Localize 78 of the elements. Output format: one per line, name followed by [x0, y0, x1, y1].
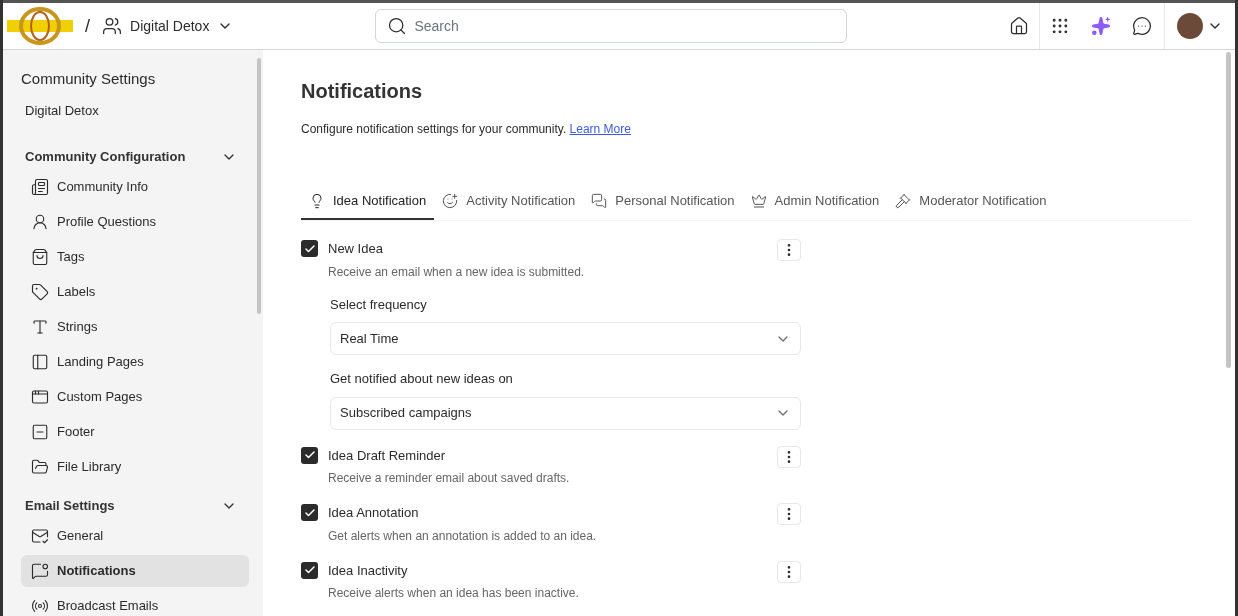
list-icon	[31, 178, 49, 196]
sidebar-item[interactable]: Labels	[21, 276, 249, 308]
more-options-button[interactable]	[777, 239, 801, 261]
sidebar-item[interactable]: Strings	[21, 311, 249, 343]
gavel-icon	[895, 193, 912, 209]
logo[interactable]	[7, 6, 73, 46]
sidebar-item[interactable]: Notifications	[21, 555, 249, 587]
bag-icon	[31, 248, 49, 266]
folder-icon	[31, 458, 49, 476]
search-icon	[387, 16, 408, 36]
scrollbar[interactable]	[257, 58, 261, 314]
page-title: Notifications	[301, 79, 424, 104]
setting-description: Get alerts when an annotation is added to an idea.	[328, 527, 598, 545]
checkbox[interactable]	[301, 240, 318, 257]
learn-more-link[interactable]: Learn More	[569, 122, 631, 136]
lightbulb-icon	[309, 193, 325, 209]
sidebar-item[interactable]: Landing Pages	[21, 346, 249, 378]
community-name: Digital Detox	[25, 101, 100, 120]
setting-description: Receive alerts when an idea has been inactive.	[328, 585, 580, 602]
breadcrumb-separator: /	[85, 15, 90, 38]
sidebar-title: Community Settings	[21, 69, 157, 89]
avatar[interactable]	[1177, 13, 1203, 39]
sidebar-item[interactable]: Broadcast Emails	[21, 590, 249, 616]
check-icon	[303, 449, 316, 461]
chat-icon[interactable]	[1132, 16, 1152, 36]
smile-icon	[442, 193, 459, 209]
tab[interactable]: Admin Notification	[742, 184, 888, 220]
sparkle-icon[interactable]	[1091, 16, 1111, 36]
users-icon	[102, 16, 122, 36]
section-header[interactable]: Community Configuration	[21, 146, 249, 168]
check-icon	[303, 564, 316, 576]
select-field[interactable]: Subscribed campaigns	[330, 396, 801, 430]
footer-icon	[31, 423, 49, 441]
crown-icon	[750, 193, 767, 209]
sidebar-item[interactable]: Profile Questions	[21, 206, 249, 238]
field-label: Get notified about new ideas on	[330, 370, 514, 388]
sidebar-item[interactable]: General	[21, 520, 249, 552]
apps-grid-icon[interactable]	[1050, 16, 1070, 36]
tab[interactable]: Activity Notification	[434, 184, 584, 220]
tab[interactable]: Moderator Notification	[887, 184, 1055, 220]
setting-description: Receive an email when a new idea is submitted.	[328, 263, 586, 281]
field-label: Select frequency	[330, 295, 428, 314]
page-description: Configure notification settings for your community. Learn More	[301, 121, 632, 138]
scrollbar[interactable]	[1226, 52, 1231, 368]
setting-title: Idea Draft Reminder	[328, 446, 447, 465]
chat-icon	[591, 193, 608, 209]
checkbox[interactable]	[301, 446, 318, 464]
mail-icon	[31, 527, 49, 545]
message-icon	[31, 562, 49, 580]
user-icon	[31, 213, 49, 231]
setting-title: Idea Annotation	[328, 504, 420, 522]
setting-title: Idea Inactivity	[328, 561, 409, 580]
tab[interactable]: Idea Notification	[301, 184, 435, 220]
sidebar-item[interactable]: Footer	[21, 416, 249, 448]
checkbox[interactable]	[301, 504, 318, 521]
tab[interactable]: Personal Notification	[583, 184, 743, 220]
community-dropdown[interactable]: Digital Detox	[102, 16, 234, 36]
setting-title: New Idea	[328, 240, 384, 258]
panel-icon	[31, 353, 49, 371]
more-options-button[interactable]	[777, 560, 801, 583]
broadcast-icon	[31, 597, 49, 615]
sidebar-item[interactable]: Custom Pages	[21, 381, 249, 413]
checkbox[interactable]	[301, 561, 318, 579]
setting-description: Receive a reminder email about saved drafts.	[328, 470, 571, 487]
search-field[interactable]: Search	[375, 9, 848, 43]
sidebar-item[interactable]: Tags	[21, 241, 249, 273]
sidebar-item[interactable]: File Library	[21, 451, 249, 483]
check-icon	[303, 242, 316, 255]
section-header[interactable]: Email Settings	[21, 495, 249, 517]
home-icon[interactable]	[1009, 16, 1029, 36]
tag-icon	[31, 283, 49, 301]
more-options-button[interactable]	[777, 503, 801, 525]
text-icon	[31, 318, 49, 336]
sidebar-item[interactable]: Community Info	[21, 171, 249, 203]
select-field[interactable]: Real Time	[330, 322, 801, 355]
more-options-button[interactable]	[777, 445, 801, 468]
window-icon	[31, 388, 49, 406]
check-icon	[303, 506, 316, 519]
